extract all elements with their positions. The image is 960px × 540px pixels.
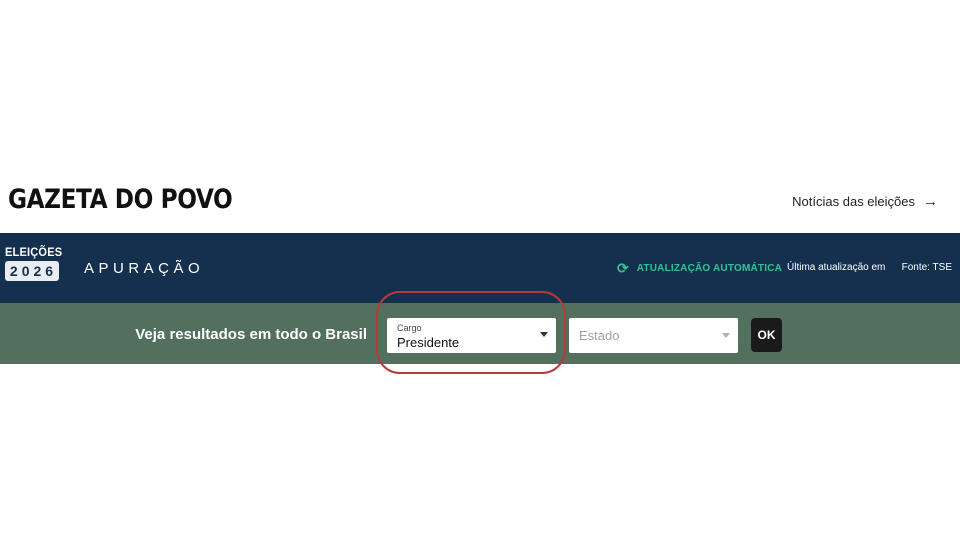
cargo-caption: Cargo (397, 323, 422, 333)
elections-topbar: ELEIÇÕES 2026 APURAÇÃO ⟳ ATUALIZAÇÃO AUT… (0, 233, 960, 303)
ok-button[interactable]: OK (751, 318, 782, 352)
source-text: Fonte: TSE (901, 262, 952, 273)
cargo-selected-value: Presidente (397, 335, 460, 350)
auto-update-label: ATUALIZAÇÃO AUTOMÁTICA (636, 263, 783, 274)
arrow-right-icon: → (923, 193, 938, 210)
badge-title: ELEIÇÕES (5, 245, 63, 259)
results-filter-bar: Veja resultados em todo o Brasil Cargo P… (0, 303, 960, 364)
elections-news-link[interactable]: Notícias das eleições → (792, 193, 938, 210)
elections-badge[interactable]: ELEIÇÕES 2026 (5, 245, 63, 281)
dropdown-caret-icon (540, 332, 548, 337)
last-update-text: Última atualização em (787, 262, 886, 273)
estado-placeholder: Estado (579, 328, 620, 343)
estado-select[interactable]: Estado (569, 318, 738, 353)
refresh-icon: ⟳ (617, 260, 629, 276)
auto-update-indicator[interactable]: ⟳ ATUALIZAÇÃO AUTOMÁTICA (617, 260, 782, 277)
elections-news-label: Notícias das eleições (792, 194, 915, 209)
cargo-select[interactable]: Cargo Presidente (387, 318, 556, 353)
dropdown-caret-icon (722, 333, 730, 338)
site-logo[interactable]: GAZETA DO POVO (8, 184, 233, 215)
filter-label: Veja resultados em todo o Brasil (135, 326, 367, 343)
section-title: APURAÇÃO (84, 260, 205, 277)
badge-year: 2026 (5, 261, 59, 281)
